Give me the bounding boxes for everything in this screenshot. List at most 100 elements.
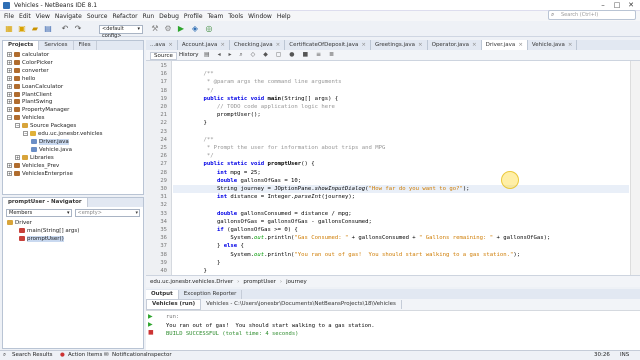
menu-window[interactable]: Window [248, 13, 272, 20]
tree-item[interactable]: + Libraries [15, 154, 54, 162]
code-line[interactable]: * Prompt the user for information about … [190, 145, 386, 151]
notifications-icon[interactable]: ✉ [104, 352, 109, 358]
close-tab-icon[interactable]: × [568, 42, 573, 48]
close-tab-icon[interactable]: × [168, 42, 173, 48]
code-line[interactable]: int mpg = 25; [190, 170, 261, 176]
tree-item[interactable]: + PlantClient [7, 91, 52, 99]
new-file-icon[interactable]: ▦ [4, 24, 14, 34]
save-all-icon[interactable]: ▤ [43, 24, 53, 34]
members-select[interactable]: Members ▾ [6, 208, 72, 217]
maximize-button[interactable]: □ [610, 1, 624, 10]
tree-item[interactable]: + LoanCalculator [7, 83, 63, 91]
tree-item[interactable]: + ColorPicker [7, 59, 53, 67]
tab-exception-reporter[interactable]: Exception Reporter [179, 289, 243, 299]
collapse-icon[interactable]: − [15, 123, 20, 129]
profile-icon[interactable]: ◎ [204, 24, 214, 34]
breadcrumb-item[interactable]: edu.uc.jonesbr.vehicles.Driver [150, 279, 233, 285]
code-line[interactable]: double gallonsConsumed = distance / mpg; [190, 211, 352, 217]
expand-icon[interactable]: + [7, 162, 12, 168]
code-line[interactable]: } [190, 268, 206, 274]
navigator-item[interactable]: main(String[] args) [19, 228, 79, 235]
expand-icon[interactable]: + [7, 75, 12, 81]
code-line[interactable]: public static void main(String[] args) { [190, 96, 338, 102]
editor-scrollbar[interactable] [630, 61, 640, 275]
minimize-button[interactable]: – [596, 1, 610, 10]
undo-icon[interactable]: ↶ [60, 24, 70, 34]
menu-tools[interactable]: Tools [228, 13, 243, 20]
menu-debug[interactable]: Debug [159, 13, 179, 20]
tree-item[interactable]: − Vehicles [7, 115, 45, 122]
tree-item[interactable]: + calculator [7, 52, 49, 59]
new-project-icon[interactable]: ▣ [17, 24, 27, 34]
history-tab[interactable]: History [176, 52, 202, 58]
close-tab-icon[interactable]: × [220, 42, 225, 48]
expand-icon[interactable]: + [7, 99, 12, 105]
tab-vehicles-path[interactable]: Vehicles - C:\Users\jonesbr\Documents\Ne… [201, 300, 402, 309]
code-line[interactable]: /** [190, 137, 213, 143]
menu-help[interactable]: Help [277, 13, 291, 20]
tree-item[interactable]: + Vehicles_Prev [7, 162, 59, 170]
menu-navigate[interactable]: Navigate [55, 13, 82, 20]
close-tab-icon[interactable]: × [276, 42, 281, 48]
editor-tab[interactable]: Greetings.java × [371, 40, 428, 50]
breadcrumb-item[interactable]: promptUser [243, 279, 276, 285]
tree-item[interactable]: + PropertyManager [7, 107, 69, 114]
code-line[interactable]: System.out.println("Gas Consumed: " + ga… [190, 235, 550, 241]
editor-tab[interactable]: CertificateOfDeposit.java × [285, 40, 372, 50]
menu-edit[interactable]: Edit [19, 13, 31, 20]
breadcrumb-item[interactable]: journey [286, 279, 307, 285]
tab-vehicles-run[interactable]: Vehicles (run) [146, 299, 202, 310]
rerun-icon[interactable]: ▶ [148, 313, 158, 321]
tab-projects[interactable]: Projects [3, 41, 40, 50]
status-notifications[interactable]: Notifications [112, 352, 146, 358]
editor-tab[interactable]: Driver.java × [481, 40, 528, 50]
close-tab-icon[interactable]: × [361, 42, 366, 48]
build-icon[interactable]: ⚒ [150, 24, 160, 34]
editor-tab[interactable]: Operator.java × [428, 40, 482, 50]
run-icon[interactable]: ▶ [176, 24, 186, 34]
code-line[interactable]: promptUser(); [190, 112, 261, 118]
expand-icon[interactable]: + [7, 107, 12, 113]
search-results-icon[interactable]: ⌕ [3, 352, 6, 359]
editor-tool-icons[interactable]: ▤ ◂ ▸ ⌕ ◇ ◆ ▢ ● ■ ≡ ≣ [204, 51, 337, 59]
status-search-results[interactable]: Search Results [12, 352, 53, 358]
tab-services[interactable]: Services [39, 41, 74, 50]
stop-icon[interactable]: ■ [148, 329, 158, 337]
close-tab-icon[interactable]: × [418, 42, 423, 48]
code-line[interactable]: int distance = Integer.parseInt(journey)… [190, 194, 355, 200]
code-line[interactable]: if (gallonsOfGas >= 0) { [190, 227, 298, 233]
tree-item[interactable]: + converter [7, 67, 49, 75]
redo-icon[interactable]: ↷ [73, 24, 83, 34]
code-line[interactable]: */ [190, 153, 214, 159]
tree-item[interactable]: + PlantSwing [7, 99, 52, 106]
menu-file[interactable]: File [4, 13, 14, 20]
tree-item[interactable]: Driver.java [31, 138, 69, 146]
clean-build-icon[interactable]: ⚙ [163, 24, 173, 34]
source-tab[interactable]: Source [150, 52, 177, 60]
tree-item[interactable]: Vehicle.java [31, 146, 72, 154]
navigator-item[interactable]: promptUser() [19, 236, 64, 243]
close-tab-icon[interactable]: × [518, 42, 523, 48]
code-line[interactable]: public static void promptUser() { [190, 161, 314, 167]
filter-select[interactable]: <empty> ▾ [74, 208, 140, 217]
code-line[interactable]: } [190, 260, 220, 266]
editor-tab[interactable]: Vehicle.java × [528, 40, 578, 50]
menu-team[interactable]: Team [208, 13, 224, 20]
expand-icon[interactable]: + [7, 52, 12, 57]
navigator-item[interactable]: Driver [7, 220, 32, 227]
open-project-icon[interactable]: ▰ [30, 24, 40, 34]
editor-tab[interactable]: Checking.java × [230, 40, 286, 50]
menu-run[interactable]: Run [143, 13, 155, 20]
menu-profile[interactable]: Profile [184, 13, 203, 20]
code-line[interactable]: System.out.println("You ran out of gas! … [190, 252, 520, 258]
expand-icon[interactable]: + [7, 170, 12, 176]
close-button[interactable]: ✕ [624, 1, 638, 10]
code-line[interactable]: String journey = JOptionPane.showInputDi… [190, 186, 470, 192]
code-line[interactable]: * @param args the command line arguments [190, 79, 342, 85]
debug-icon[interactable]: ◈ [190, 24, 200, 34]
code-line[interactable]: // TODO code application logic here [190, 104, 335, 110]
tree-item[interactable]: − Source Packages [15, 123, 76, 130]
expand-icon[interactable]: + [7, 59, 12, 65]
rerun-all-icon[interactable]: ▶ [148, 321, 158, 329]
code-line[interactable]: */ [190, 88, 214, 94]
